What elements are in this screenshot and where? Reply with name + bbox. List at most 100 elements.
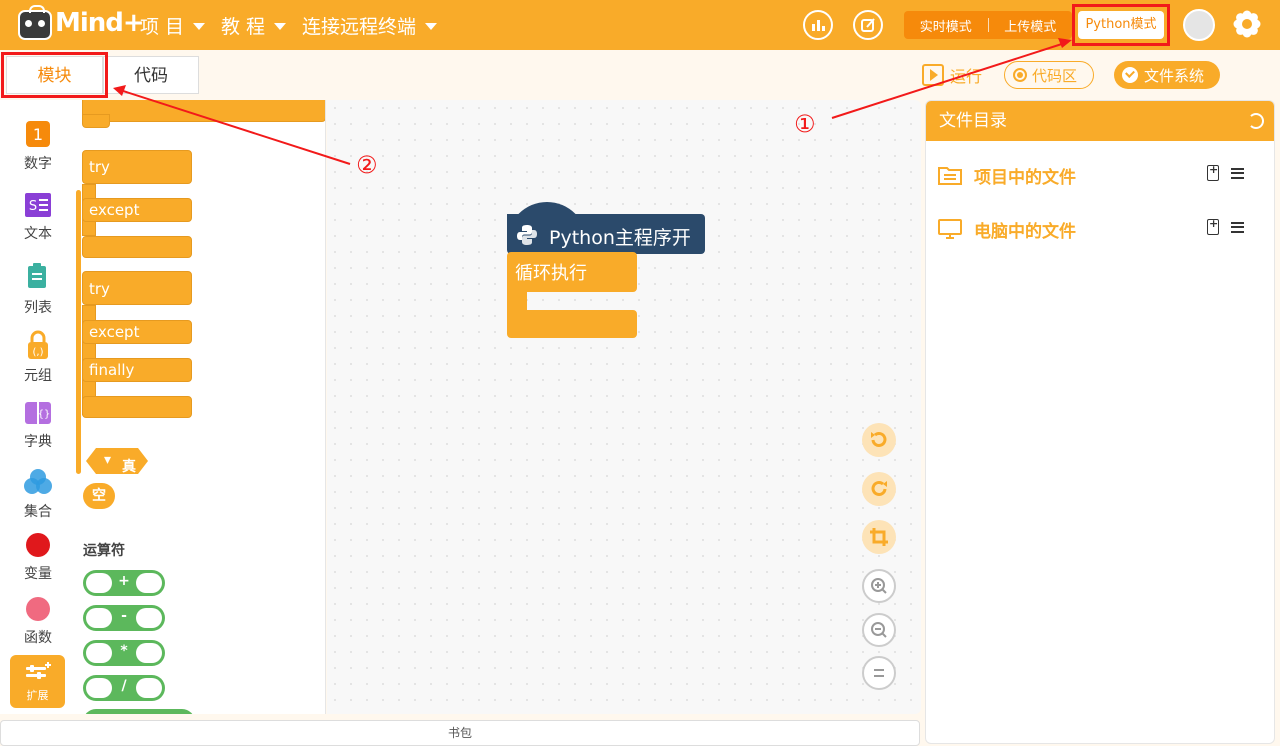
settings-gear-icon[interactable] xyxy=(1232,9,1262,39)
category-dict-label: 字典 xyxy=(24,434,52,450)
undo-button[interactable] xyxy=(862,423,896,457)
extension-icon xyxy=(25,662,51,679)
operator-symbol: / xyxy=(121,678,127,694)
equals-icon xyxy=(874,669,884,677)
refresh-icon[interactable] xyxy=(1248,113,1264,129)
python-main-start-block[interactable]: Python主程序开始 xyxy=(507,202,705,276)
computer-files-label: 电脑中的文件 xyxy=(974,221,1076,242)
boolean-true-label: 真 ▾ xyxy=(104,452,136,475)
operand-slot[interactable] xyxy=(86,573,112,593)
menu-icon[interactable] xyxy=(1231,221,1244,233)
operand-slot[interactable] xyxy=(86,678,112,698)
category-number[interactable]: 1 数字 xyxy=(0,120,76,173)
operand-slot[interactable] xyxy=(136,608,162,628)
computer-files-row[interactable]: 电脑中的文件 xyxy=(938,215,1258,243)
operator-symbol: + xyxy=(118,573,130,589)
chart-button[interactable] xyxy=(803,10,833,40)
menu-project[interactable]: 项 目 xyxy=(140,12,206,39)
boolean-true-block[interactable]: 真 ▾ xyxy=(86,448,148,474)
annotation-number-2: ② xyxy=(356,151,378,179)
tab-code[interactable]: 代码 xyxy=(103,56,199,94)
block-palette: try except try except finally 真 ▾ 空 运算符 … xyxy=(76,100,326,714)
realtime-mode-button[interactable]: 实时模式 xyxy=(904,16,988,35)
except-block-2[interactable]: except xyxy=(82,320,192,344)
except-block[interactable]: except xyxy=(82,198,192,222)
svg-text:S: S xyxy=(29,199,37,214)
category-set-label: 集合 xyxy=(24,504,52,520)
null-block[interactable]: 空 xyxy=(83,483,115,509)
category-sidebar: 1 数字 S 文本 列表 (,) 元组 {} 字典 集合 变量 函数 扩展 xyxy=(0,100,76,714)
try-label: try xyxy=(89,158,110,176)
menu-icon[interactable] xyxy=(1231,167,1244,179)
variable-icon xyxy=(26,533,50,557)
menu-tutorial-label: 教 程 xyxy=(221,16,266,38)
project-files-row[interactable]: 项目中的文件 xyxy=(938,161,1258,189)
script-workspace[interactable]: Python主程序开始 循环执行 xyxy=(327,100,921,714)
operator-divide-block[interactable]: / xyxy=(83,675,165,701)
annotation-box-blocks-tab xyxy=(1,52,108,98)
dict-icon: {} xyxy=(25,402,51,424)
operator-add-block[interactable]: + xyxy=(83,570,165,596)
operand-slot[interactable] xyxy=(86,643,112,663)
new-file-icon[interactable] xyxy=(1207,217,1219,235)
try-finally-block[interactable]: try xyxy=(82,271,192,305)
except-label-2: except xyxy=(89,323,140,341)
zoom-in-button[interactable] xyxy=(862,569,896,603)
text-icon: S xyxy=(25,193,51,217)
category-text[interactable]: S 文本 xyxy=(0,192,76,243)
edit-button[interactable] xyxy=(853,10,883,40)
user-avatar[interactable] xyxy=(1183,9,1215,41)
palette-scrollbar[interactable] xyxy=(76,190,81,474)
number-icon: 1 xyxy=(26,121,50,147)
operator-symbol: * xyxy=(120,643,128,659)
zoom-out-button[interactable] xyxy=(862,613,896,647)
menu-tutorial[interactable]: 教 程 xyxy=(221,12,287,39)
file-system-toggle[interactable]: 文件系统 xyxy=(1114,61,1220,89)
svg-text:1: 1 xyxy=(33,125,43,144)
loop-bottom xyxy=(507,310,637,338)
crop-button[interactable] xyxy=(862,520,896,554)
list-icon xyxy=(28,263,46,288)
file-directory-panel: 文件目录 项目中的文件 电脑中的文件 xyxy=(925,100,1275,744)
category-tuple[interactable]: (,) 元组 xyxy=(0,330,76,385)
category-list-label: 列表 xyxy=(24,300,52,316)
operator-subtract-block[interactable]: - xyxy=(83,605,165,631)
logo-text: Mind+ xyxy=(55,8,145,38)
menu-remote-terminal[interactable]: 连接远程终端 xyxy=(302,12,438,39)
try-block[interactable]: try xyxy=(82,150,192,184)
operator-block-partial[interactable] xyxy=(83,709,195,714)
backpack-bar[interactable]: 书包 xyxy=(0,720,920,746)
operand-slot[interactable] xyxy=(136,573,162,593)
mindplus-logo[interactable]: Mind+ xyxy=(18,5,145,42)
redo-button[interactable] xyxy=(862,472,896,506)
partial-block[interactable] xyxy=(82,100,325,122)
operand-slot[interactable] xyxy=(136,678,162,698)
svg-text:(,): (,) xyxy=(33,347,44,358)
category-function[interactable]: 函数 xyxy=(0,596,76,647)
category-variable[interactable]: 变量 xyxy=(0,532,76,583)
chevron-down-icon xyxy=(425,23,438,30)
zoom-reset-button[interactable] xyxy=(862,656,896,690)
category-set[interactable]: 集合 xyxy=(0,468,76,521)
forever-loop-block[interactable]: 循环执行 xyxy=(507,252,637,338)
upload-mode-button[interactable]: 上传模式 xyxy=(989,16,1073,35)
svg-text:{}: {} xyxy=(38,409,51,420)
operand-slot[interactable] xyxy=(136,643,162,663)
new-file-icon[interactable] xyxy=(1207,163,1219,181)
robot-logo-icon xyxy=(18,5,52,40)
annotation-number-1: ① xyxy=(794,110,816,138)
loop-top: 循环执行 xyxy=(507,252,637,292)
finally-block[interactable]: finally xyxy=(82,358,192,382)
code-area-toggle[interactable]: 代码区 xyxy=(1004,61,1094,89)
run-button[interactable]: 运行 xyxy=(922,63,982,87)
category-text-label: 文本 xyxy=(24,226,52,242)
undo-icon xyxy=(871,432,887,447)
hat-body: Python主程序开始 xyxy=(507,214,705,276)
category-dict[interactable]: {} 字典 xyxy=(0,400,76,451)
category-variable-label: 变量 xyxy=(24,566,52,582)
category-list[interactable]: 列表 xyxy=(0,262,76,317)
operator-multiply-block[interactable]: * xyxy=(83,640,165,666)
operand-slot[interactable] xyxy=(86,608,112,628)
chart-icon xyxy=(812,20,825,31)
extension-button[interactable]: 扩展 xyxy=(10,655,65,708)
